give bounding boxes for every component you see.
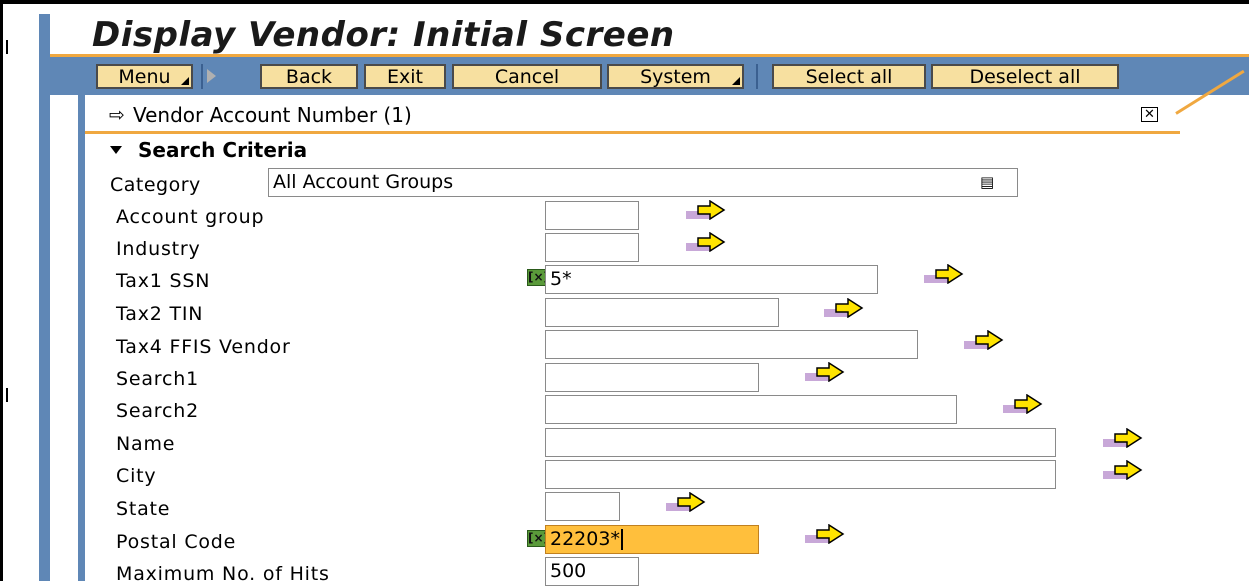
close-icon[interactable]: ✕ bbox=[1141, 107, 1158, 122]
tax4-ffis-vendor-label: Tax4 FFIS Vendor bbox=[116, 336, 291, 358]
max-hits-input[interactable]: 500 bbox=[545, 557, 639, 586]
system-button[interactable]: System bbox=[607, 64, 744, 89]
menu-dropdown-icon bbox=[181, 77, 189, 85]
city-input[interactable] bbox=[545, 460, 1056, 489]
window-title: Display Vendor: Initial Screen bbox=[92, 15, 675, 55]
state-arrow-icon[interactable] bbox=[666, 492, 708, 516]
search1-input[interactable] bbox=[545, 363, 759, 392]
toolbar-separator bbox=[201, 64, 203, 89]
account-group-input[interactable] bbox=[545, 201, 639, 230]
system-button-label: System bbox=[640, 66, 711, 88]
window-edge-tick bbox=[6, 40, 8, 54]
dialog-header-underline bbox=[85, 131, 1180, 134]
tax4-ffis-vendor-input[interactable] bbox=[545, 330, 918, 359]
window-accent-bar bbox=[39, 14, 50, 581]
menu-button[interactable]: Menu bbox=[96, 64, 193, 89]
application-toolbar: Menu Back Exit Cancel System Select all … bbox=[50, 57, 1249, 95]
name-label: Name bbox=[116, 433, 176, 455]
search1-arrow-icon[interactable] bbox=[805, 362, 847, 386]
system-dropdown-icon bbox=[732, 77, 740, 85]
tax4-ffis-vendor-arrow-icon[interactable] bbox=[964, 330, 1006, 354]
toolbar-separator bbox=[756, 64, 758, 89]
industry-input[interactable] bbox=[545, 233, 639, 262]
multiple-selection-icon[interactable]: [×] bbox=[527, 530, 549, 547]
window-edge-tick bbox=[6, 388, 8, 402]
tax1-ssn-label: Tax1 SSN bbox=[116, 270, 211, 292]
back-button[interactable]: Back bbox=[260, 64, 358, 89]
multiple-selection-icon[interactable]: [×] bbox=[527, 269, 549, 286]
tax2-tin-label: Tax2 TIN bbox=[116, 303, 204, 325]
dialog-header: ⇨ Vendor Account Number (1) ✕ bbox=[85, 97, 1249, 133]
search2-arrow-icon[interactable] bbox=[1003, 394, 1045, 418]
section-title[interactable]: Search Criteria bbox=[110, 138, 307, 162]
search1-label: Search1 bbox=[116, 368, 199, 390]
menu-button-label: Menu bbox=[118, 66, 171, 88]
cancel-button[interactable]: Cancel bbox=[452, 64, 602, 89]
state-label: State bbox=[116, 498, 171, 520]
postal-code-arrow-icon[interactable] bbox=[805, 524, 847, 548]
category-label: Category bbox=[110, 174, 201, 196]
account-group-label: Account group bbox=[116, 206, 265, 228]
dialog-frame bbox=[78, 95, 85, 581]
dialog-window-icon: ⇨ bbox=[109, 104, 125, 126]
dialog-title: Vendor Account Number (1) bbox=[133, 103, 412, 127]
name-input[interactable] bbox=[545, 428, 1056, 457]
name-arrow-icon[interactable] bbox=[1103, 428, 1145, 452]
toolbar-arrow-icon bbox=[207, 69, 216, 83]
industry-arrow-icon[interactable] bbox=[686, 232, 728, 256]
tax1-ssn-input[interactable]: 5* bbox=[545, 265, 878, 294]
tax1-ssn-arrow-icon[interactable] bbox=[924, 264, 966, 288]
window-left-border bbox=[0, 0, 3, 581]
postal-code-label: Postal Code bbox=[116, 531, 237, 553]
select-all-button[interactable]: Select all bbox=[772, 64, 926, 89]
search2-input[interactable] bbox=[545, 395, 957, 424]
tax2-tin-input[interactable] bbox=[545, 298, 779, 327]
city-arrow-icon[interactable] bbox=[1103, 460, 1145, 484]
postal-code-value: 22203* bbox=[550, 528, 620, 550]
state-input[interactable] bbox=[545, 492, 620, 521]
tax2-tin-arrow-icon[interactable] bbox=[824, 298, 866, 322]
postal-code-input[interactable]: 22203* bbox=[545, 525, 759, 554]
max-hits-label: Maximum No. of Hits bbox=[116, 563, 330, 585]
search2-label: Search2 bbox=[116, 400, 199, 422]
window-top-border bbox=[0, 0, 1249, 4]
dropdown-list-icon[interactable]: ▤ bbox=[980, 174, 994, 190]
text-cursor bbox=[620, 529, 623, 550]
collapse-triangle-icon[interactable] bbox=[110, 145, 122, 154]
category-select[interactable]: All Account Groups bbox=[268, 168, 1018, 197]
account-group-arrow-icon[interactable] bbox=[686, 200, 728, 224]
deselect-all-button[interactable]: Deselect all bbox=[931, 64, 1119, 89]
industry-label: Industry bbox=[116, 238, 201, 260]
exit-button[interactable]: Exit bbox=[364, 64, 446, 89]
city-label: City bbox=[116, 465, 157, 487]
section-title-label: Search Criteria bbox=[138, 138, 308, 162]
